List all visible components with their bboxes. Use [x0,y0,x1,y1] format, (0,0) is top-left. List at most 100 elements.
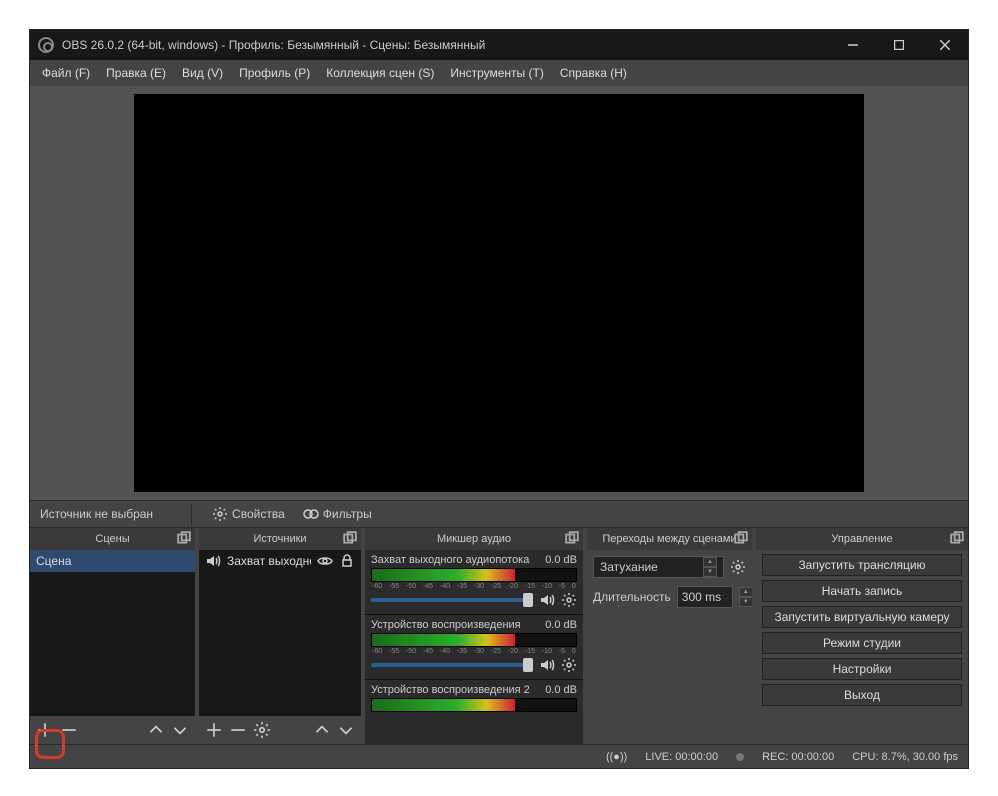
add-scene-button[interactable] [36,721,54,739]
filters-button[interactable]: Фильтры [303,506,372,522]
menu-view[interactable]: Вид (V) [174,62,231,84]
start-recording-button[interactable]: Начать запись [762,580,962,602]
start-streaming-button[interactable]: Запустить трансляцию [762,554,962,576]
menubar: Файл (F) Правка (E) Вид (V) Профиль (P) … [30,60,968,86]
popout-icon[interactable] [950,531,964,545]
sources-toolbar [199,716,361,744]
studio-mode-button[interactable]: Режим студии [762,632,962,654]
broadcast-icon: ((●)) [606,751,627,763]
menu-file[interactable]: Файл (F) [34,62,98,84]
chevron-up-icon [313,721,331,739]
popout-icon[interactable] [734,531,748,545]
vu-meter: -60-55-50-45-40-35-30-25-20-15-10-50 [371,633,577,647]
obs-logo-icon [38,37,54,53]
speaker-icon [205,553,221,569]
vu-meter [371,698,577,712]
sources-header[interactable]: Источники [199,528,361,550]
filters-icon [303,506,319,522]
channel-db: 0.0 dB [545,554,577,566]
volume-slider[interactable] [371,663,533,667]
obs-window: OBS 26.0.2 (64-bit, windows) - Профиль: … [29,29,969,769]
gear-icon[interactable] [730,559,746,575]
status-cpu: CPU: 8.7%, 30.00 fps [852,751,958,763]
scene-up-button[interactable] [147,721,165,739]
vu-meter: -60-55-50-45-40-35-30-25-20-15-10-50 [371,568,577,582]
start-virtualcam-button[interactable]: Запустить виртуальную камеру [762,606,962,628]
source-down-button[interactable] [337,721,355,739]
titlebar[interactable]: OBS 26.0.2 (64-bit, windows) - Профиль: … [30,30,968,60]
status-rec: REC: 00:00:00 [762,751,834,763]
menu-edit[interactable]: Правка (E) [98,62,174,84]
source-item[interactable]: Захват выходног [199,550,361,572]
chevron-down-icon [171,721,189,739]
chevron-up-icon [147,721,165,739]
gear-icon[interactable] [561,657,577,673]
popout-icon[interactable] [177,531,191,545]
duration-label: Длительность [593,590,671,604]
popout-icon[interactable] [565,531,579,545]
status-live: LIVE: 00:00:00 [645,751,718,763]
properties-button[interactable]: Свойства [212,506,285,522]
scenes-list[interactable]: Сцена [30,550,195,716]
sources-list[interactable]: Захват выходног [199,550,361,716]
speaker-icon[interactable] [539,592,555,608]
chevron-down-icon [337,721,355,739]
mixer-header[interactable]: Микшер аудио [365,528,583,550]
mixer-body: Захват выходного аудиопотока 0.0 dB -60-5… [365,550,583,744]
minus-icon [229,721,247,739]
remove-scene-button[interactable] [60,721,78,739]
add-source-button[interactable] [205,721,223,739]
exit-button[interactable]: Выход [762,684,962,706]
menu-tools[interactable]: Инструменты (T) [442,62,551,84]
minimize-button[interactable] [830,30,876,60]
scene-item[interactable]: Сцена [30,550,195,572]
plus-icon [36,721,54,739]
gear-icon [253,721,271,739]
window-title: OBS 26.0.2 (64-bit, windows) - Профиль: … [62,38,830,52]
plus-icon [205,721,223,739]
menu-help[interactable]: Справка (H) [552,62,635,84]
mixer-channel: Захват выходного аудиопотока 0.0 dB -60-5… [365,550,583,615]
duration-input[interactable] [677,586,733,608]
duration-spinner[interactable]: ▲▼ [739,587,752,607]
scenes-toolbar [30,716,195,744]
rec-dot-icon [736,753,744,761]
sources-dock: Источники Захват выходног [199,528,361,744]
close-button[interactable] [922,30,968,60]
speaker-icon[interactable] [539,657,555,673]
channel-name: Устройство воспроизведения 2 [371,684,530,696]
lock-icon[interactable] [339,553,355,569]
scene-down-button[interactable] [171,721,189,739]
mixer-channel: Устройство воспроизведения 0.0 dB -60-55-… [365,615,583,680]
menu-profile[interactable]: Профиль (P) [231,62,318,84]
controls-header[interactable]: Управление [756,528,968,550]
transitions-dock: Переходы между сценами Затухание ▲▼ Длит… [587,528,752,744]
maximize-button[interactable] [876,30,922,60]
source-up-button[interactable] [313,721,331,739]
eye-icon[interactable] [317,553,333,569]
gear-icon[interactable] [561,592,577,608]
source-properties-button[interactable] [253,721,271,739]
channel-name: Устройство воспроизведения [371,619,521,631]
volume-slider[interactable] [371,598,533,602]
remove-source-button[interactable] [229,721,247,739]
controls-dock: Управление Запустить трансляцию Начать з… [756,528,968,744]
docks-row: Сцены Сцена Источники [30,528,968,744]
transitions-header[interactable]: Переходы между сценами [587,528,752,550]
transition-select[interactable]: Затухание ▲▼ [593,556,724,578]
menu-scene-collection[interactable]: Коллекция сцен (S) [318,62,442,84]
channel-db: 0.0 dB [545,619,577,631]
popout-icon[interactable] [343,531,357,545]
preview-canvas[interactable] [134,94,864,492]
no-source-label: Источник не выбран [40,507,153,521]
source-infobar: Источник не выбран Свойства Фильтры [30,500,968,528]
settings-button[interactable]: Настройки [762,658,962,680]
mixer-dock: Микшер аудио Захват выходного аудиопоток… [365,528,583,744]
channel-name: Захват выходного аудиопотока [371,554,529,566]
statusbar: ((●)) LIVE: 00:00:00 REC: 00:00:00 CPU: … [30,744,968,768]
scenes-header[interactable]: Сцены [30,528,195,550]
gear-icon [212,506,228,522]
transitions-body: Затухание ▲▼ Длительность ▲▼ [587,550,752,744]
minus-icon [60,721,78,739]
channel-db: 0.0 dB [545,684,577,696]
